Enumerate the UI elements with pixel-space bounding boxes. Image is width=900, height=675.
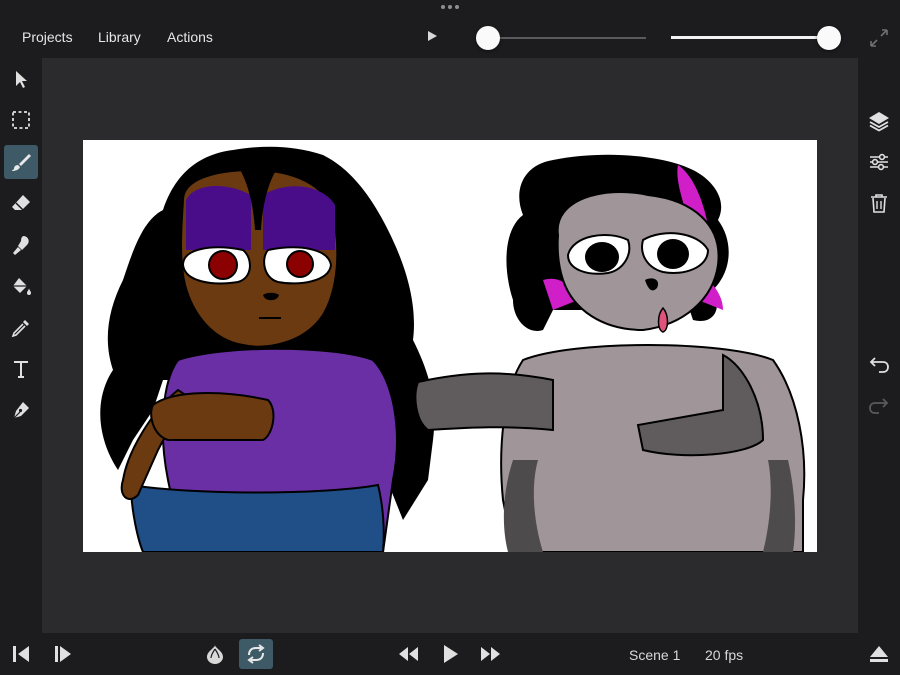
marquee-icon (12, 111, 30, 129)
menu-library[interactable]: Library (98, 29, 141, 45)
brush-icon (12, 154, 31, 171)
play-preview-icon[interactable] (428, 31, 437, 41)
more-options-icon[interactable] (441, 5, 459, 11)
menu-projects[interactable]: Projects (22, 29, 73, 45)
smudge-icon (13, 236, 29, 255)
expand-icon[interactable] (868, 27, 890, 49)
eyedropper-tool[interactable] (4, 311, 38, 345)
right-toolbar (858, 58, 900, 633)
undo-icon (869, 357, 889, 373)
previous-frame-button[interactable] (4, 639, 38, 669)
text-tool[interactable] (4, 352, 38, 386)
previous-frame-icon (13, 646, 29, 662)
rewind-icon (399, 647, 418, 661)
pen-icon (13, 402, 29, 419)
eraser-icon (12, 195, 30, 211)
scrubber-knob[interactable] (476, 26, 500, 50)
loop-icon (247, 644, 265, 664)
opacity-slider[interactable] (671, 26, 841, 50)
play-button[interactable] (433, 639, 467, 669)
eject-icon (870, 646, 888, 662)
menu-actions[interactable]: Actions (167, 29, 213, 45)
drawing-canvas[interactable] (83, 140, 817, 552)
opacity-knob[interactable] (817, 26, 841, 50)
eyedropper-icon (11, 320, 29, 338)
layers-icon (869, 112, 889, 132)
adjust-icon (870, 153, 888, 171)
left-toolbar (0, 58, 42, 633)
artwork (100, 146, 806, 552)
undo-button[interactable] (866, 351, 892, 377)
fast-forward-button[interactable] (474, 639, 508, 669)
scrubber-track (476, 37, 646, 39)
layers-button[interactable] (866, 108, 892, 134)
redo-button[interactable] (866, 392, 892, 418)
opacity-fill (671, 36, 829, 39)
select-tool[interactable] (4, 62, 38, 96)
fill-icon (13, 278, 31, 295)
pen-tool[interactable] (4, 393, 38, 427)
brush-tool[interactable] (4, 145, 38, 179)
play-icon (444, 645, 458, 663)
fast-forward-icon (481, 647, 500, 661)
smudge-tool[interactable] (4, 228, 38, 262)
fill-tool[interactable] (4, 269, 38, 303)
next-frame-button[interactable] (46, 639, 80, 669)
eject-button[interactable] (862, 639, 896, 669)
rewind-button[interactable] (391, 639, 425, 669)
onion-skin-button[interactable] (198, 639, 232, 669)
redo-icon (869, 398, 889, 414)
onion-icon (207, 645, 223, 664)
fps-label[interactable]: 20 fps (705, 647, 743, 663)
bottom-bar (0, 633, 900, 675)
eraser-tool[interactable] (4, 186, 38, 220)
select-icon (16, 71, 27, 88)
text-icon (14, 361, 28, 378)
next-frame-icon (55, 646, 71, 662)
scene-label[interactable]: Scene 1 (629, 647, 680, 663)
adjust-button[interactable] (866, 149, 892, 175)
timeline-scrubber[interactable] (476, 26, 646, 50)
loop-button[interactable] (239, 639, 273, 669)
trash-icon (871, 194, 887, 213)
delete-button[interactable] (866, 190, 892, 216)
marquee-tool[interactable] (4, 103, 38, 137)
